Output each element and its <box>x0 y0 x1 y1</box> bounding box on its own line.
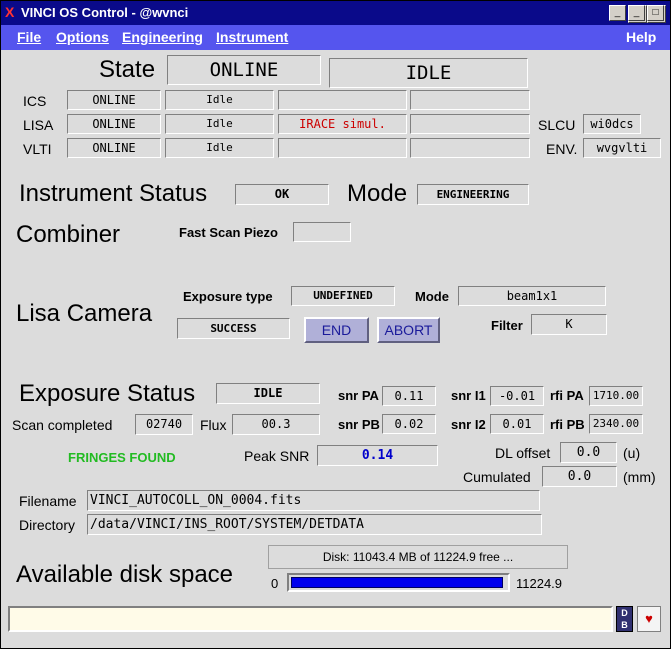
menu-instrument[interactable]: Instrument <box>216 29 288 45</box>
mode-label: Mode <box>347 180 408 207</box>
disk-space-label: Available disk space <box>16 561 234 588</box>
state-label: State <box>99 56 156 83</box>
snr-i1-value: -0.01 <box>490 386 544 406</box>
lisa-mode-value: beam1x1 <box>458 286 606 306</box>
window-title: VINCI OS Control - @wvnci <box>21 5 189 20</box>
lisa-c4 <box>410 114 530 134</box>
abort-button[interactable]: ABORT <box>377 317 440 343</box>
snr-i1-label: snr I1 <box>451 388 486 403</box>
rfi-pb-label: rfi PB <box>550 417 585 432</box>
snr-pa-value: 0.11 <box>382 386 436 406</box>
disk-max-label: 11224.9 <box>516 576 563 591</box>
cumulated-unit: (mm) <box>623 469 656 485</box>
main-panel: State ONLINE IDLE ICS ONLINE Idle LISA O… <box>1 50 670 600</box>
fringes-status: FRINGES FOUND <box>68 450 176 465</box>
menu-help[interactable]: Help <box>626 29 656 45</box>
mode-value: ENGINEERING <box>417 184 529 205</box>
scan-completed-value: 02740 <box>135 414 193 435</box>
disk-progress-bar <box>287 573 510 592</box>
filename-label: Filename <box>19 493 77 509</box>
combiner-label: Combiner <box>16 221 121 248</box>
menu-options[interactable]: Options <box>56 29 109 45</box>
rfi-pb-value: 2340.00 <box>589 414 643 434</box>
dl-offset-label: DL offset <box>495 445 551 461</box>
menu-bar: File Options Engineering Instrument Help <box>1 25 670 50</box>
snr-pb-value: 0.02 <box>382 414 436 434</box>
snr-pb-label: snr PB <box>338 417 380 432</box>
vlti-c4 <box>410 138 530 158</box>
directory-value: /data/VINCI/INS_ROOT/SYSTEM/DETDATA <box>87 514 542 535</box>
env-value: wvgvlti <box>583 138 661 158</box>
status-area: DB ♥ <box>1 600 670 648</box>
vlti-sub: Idle <box>165 138 274 158</box>
instrument-status-value: OK <box>235 184 329 205</box>
dl-offset-value: 0.0 <box>560 442 617 463</box>
env-label: ENV. <box>546 141 578 157</box>
disk-info-button[interactable]: Disk: 11043.4 MB of 11224.9 free ... <box>268 545 568 569</box>
lisa-state: ONLINE <box>67 114 161 134</box>
minimize-button[interactable]: _ <box>628 5 645 21</box>
ics-c3 <box>278 90 407 110</box>
menu-file[interactable]: File <box>17 29 41 45</box>
maximize-button[interactable]: □ <box>647 5 664 21</box>
flux-value: 00.3 <box>232 414 320 435</box>
message-field[interactable] <box>8 606 613 632</box>
vlti-state: ONLINE <box>67 138 161 158</box>
menu-engineering[interactable]: Engineering <box>122 29 203 45</box>
title-bar: X VINCI OS Control - @wvnci _ □ <box>1 1 670 25</box>
heart-icon[interactable]: ♥ <box>637 606 661 632</box>
lisa-mode-label: Mode <box>415 289 449 304</box>
state-value: ONLINE <box>167 55 321 85</box>
disk-progress-fill <box>291 577 503 588</box>
subsystem-label-lisa: LISA <box>23 117 54 133</box>
disk-min-label: 0 <box>271 576 279 591</box>
rfi-pa-value: 1710.00 <box>589 386 643 406</box>
directory-label: Directory <box>19 517 76 533</box>
end-button[interactable]: END <box>304 317 369 343</box>
scan-completed-label: Scan completed <box>12 417 113 433</box>
exposure-type-value: UNDEFINED <box>291 286 395 306</box>
ics-state: ONLINE <box>67 90 161 110</box>
slcu-label: SLCU <box>538 117 576 133</box>
cumulated-value: 0.0 <box>542 466 617 487</box>
dl-offset-unit: (u) <box>623 445 641 461</box>
db-icon[interactable]: DB <box>616 606 633 632</box>
subsystem-label-vlti: VLTI <box>23 141 52 157</box>
ics-sub: Idle <box>165 90 274 110</box>
lisa-camera-label: Lisa Camera <box>16 300 153 327</box>
exposure-status-label: Exposure Status <box>19 380 196 407</box>
iconify-button[interactable]: _ <box>609 5 626 21</box>
state-sub-value: IDLE <box>329 58 528 88</box>
snr-pa-label: snr PA <box>338 388 379 403</box>
snr-i2-label: snr I2 <box>451 417 486 432</box>
exposure-status-value: IDLE <box>216 383 320 404</box>
lisa-result-value: SUCCESS <box>177 318 290 339</box>
instrument-status-label: Instrument Status <box>19 180 208 207</box>
ics-c4 <box>410 90 530 110</box>
peak-snr-label: Peak SNR <box>244 448 310 464</box>
lisa-sub: Idle <box>165 114 274 134</box>
slcu-value: wi0dcs <box>583 114 641 134</box>
snr-i2-value: 0.01 <box>490 414 544 434</box>
filter-value: K <box>531 314 607 335</box>
vlti-c3 <box>278 138 407 158</box>
rfi-pa-label: rfi PA <box>550 388 584 403</box>
peak-snr-value: 0.14 <box>317 445 438 466</box>
cumulated-label: Cumulated <box>463 469 531 485</box>
x-app-icon[interactable]: X <box>5 4 14 20</box>
fast-scan-piezo-label: Fast Scan Piezo <box>179 225 278 240</box>
filename-value: VINCI_AUTOCOLL_ON_0004.fits <box>87 490 540 511</box>
flux-label: Flux <box>200 417 227 433</box>
lisa-irace-status: IRACE simul. <box>278 114 407 134</box>
subsystem-label-ics: ICS <box>23 93 47 109</box>
fast-scan-piezo-value <box>293 222 351 242</box>
filter-label: Filter <box>491 318 523 333</box>
exposure-type-label: Exposure type <box>183 289 273 304</box>
